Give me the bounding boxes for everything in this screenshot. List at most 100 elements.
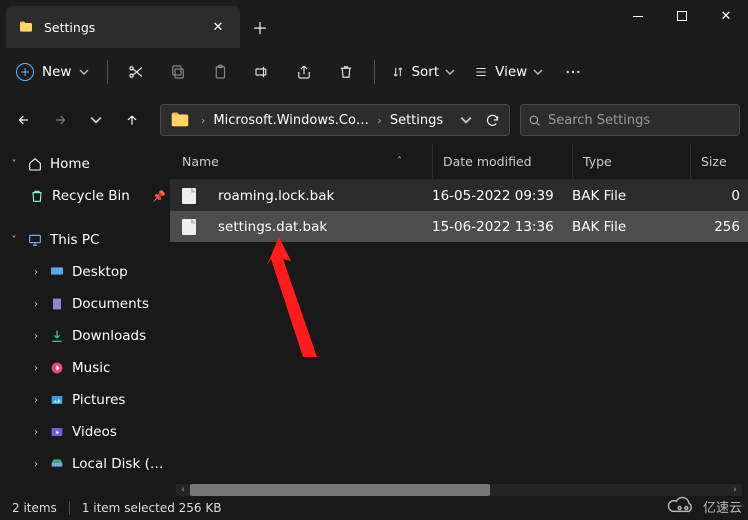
breadcrumb-segment[interactable]: Settings [388, 113, 445, 128]
sidebar-item-downloads[interactable]: › Downloads [0, 320, 170, 352]
cut-button[interactable] [116, 52, 156, 92]
chevron-down-icon [90, 114, 102, 126]
folder-icon [169, 109, 191, 131]
address-dropdown[interactable] [453, 104, 479, 136]
more-button[interactable] [553, 52, 593, 92]
sidebar-item-home[interactable]: ˅ Home [0, 148, 170, 180]
sidebar-item-label: Downloads [72, 328, 166, 344]
clipboard-icon [211, 63, 229, 81]
column-header-row: Name ˄ Date modified Type Size [170, 144, 748, 180]
new-button[interactable]: + New [6, 58, 99, 86]
sidebar-item-local-disk[interactable]: › Local Disk (C:) [0, 448, 170, 480]
chevron-down-icon: ˅ [8, 159, 20, 170]
nav-row: › Microsoft.Windows.Cont… › Settings [0, 96, 748, 144]
delete-button[interactable] [326, 52, 366, 92]
sort-dropdown[interactable]: Sort [383, 64, 463, 80]
documents-icon [48, 295, 66, 313]
ellipsis-icon [564, 63, 582, 81]
pictures-icon [48, 391, 66, 409]
refresh-button[interactable] [479, 104, 505, 136]
sidebar-item-label: Videos [72, 424, 166, 440]
file-icon [182, 188, 196, 204]
chevron-right-icon: › [30, 427, 42, 438]
paste-button[interactable] [200, 52, 240, 92]
rename-button[interactable] [242, 52, 282, 92]
window-tab[interactable]: Settings ✕ [6, 6, 240, 48]
plus-icon: + [16, 63, 34, 81]
maximize-button[interactable] [660, 0, 704, 32]
sidebar-item-label: Home [50, 156, 166, 172]
view-dropdown[interactable]: View [465, 64, 551, 80]
chevron-right-icon: › [30, 395, 42, 406]
up-button[interactable] [116, 104, 148, 136]
trash-icon [337, 63, 355, 81]
column-header-name[interactable]: Name ˄ [182, 144, 432, 179]
title-bar: Settings ✕ ＋ ✕ [0, 0, 748, 48]
file-row[interactable]: settings.dat.bak 15-06-2022 13:36 BAK Fi… [170, 211, 748, 242]
chevron-right-icon[interactable]: › [371, 114, 387, 127]
arrow-left-icon [16, 112, 32, 128]
scroll-left-icon[interactable]: ‹ [176, 485, 190, 495]
scissors-icon [127, 63, 145, 81]
recent-dropdown[interactable] [80, 104, 112, 136]
sidebar-item-label: Recycle Bin [52, 188, 146, 204]
column-header-size[interactable]: Size [690, 144, 740, 179]
sidebar-item-desktop[interactable]: › Desktop [0, 256, 170, 288]
forward-button[interactable] [44, 104, 76, 136]
back-button[interactable] [8, 104, 40, 136]
copy-icon [169, 63, 187, 81]
chevron-down-icon [79, 67, 89, 77]
file-size: 0 [731, 188, 740, 204]
folder-icon [18, 19, 34, 35]
chevron-down-icon [460, 114, 472, 126]
horizontal-scrollbar[interactable]: ‹ › [176, 484, 742, 496]
column-label: Size [701, 154, 727, 169]
file-date: 15-06-2022 13:36 [432, 219, 554, 235]
column-header-type[interactable]: Type [572, 144, 690, 179]
minimize-button[interactable] [616, 0, 660, 32]
new-tab-button[interactable]: ＋ [240, 6, 280, 48]
sidebar-item-label: Pictures [72, 392, 166, 408]
share-button[interactable] [284, 52, 324, 92]
share-icon [295, 63, 313, 81]
status-selection: 1 item selected 256 KB [82, 501, 222, 515]
arrow-up-icon [124, 112, 140, 128]
file-size: 256 [714, 219, 740, 235]
search-bar[interactable] [520, 104, 740, 136]
videos-icon [48, 423, 66, 441]
sidebar-item-music[interactable]: › Music [0, 352, 170, 384]
sidebar-item-videos[interactable]: › Videos [0, 416, 170, 448]
view-label: View [495, 64, 527, 80]
scrollbar-thumb[interactable] [190, 484, 490, 496]
rename-icon [253, 63, 271, 81]
file-type: BAK File [572, 188, 626, 204]
sidebar-item-label: Desktop [72, 264, 166, 280]
file-type: BAK File [572, 219, 626, 235]
address-bar[interactable]: › Microsoft.Windows.Cont… › Settings [160, 104, 510, 136]
downloads-icon [48, 327, 66, 345]
pin-icon: 📌 [152, 190, 166, 203]
sidebar-item-pictures[interactable]: › Pictures [0, 384, 170, 416]
status-bar: 2 items 1 item selected 256 KB [0, 496, 748, 520]
column-header-date[interactable]: Date modified [432, 144, 572, 179]
chevron-right-icon: › [30, 363, 42, 374]
column-label: Name [182, 154, 219, 169]
chevron-right-icon[interactable]: › [195, 114, 211, 127]
copy-button[interactable] [158, 52, 198, 92]
sidebar-item-documents[interactable]: › Documents [0, 288, 170, 320]
sidebar-item-recycle-bin[interactable]: Recycle Bin 📌 [0, 180, 170, 212]
file-row[interactable]: roaming.lock.bak 16-05-2022 09:39 BAK Fi… [170, 180, 748, 211]
breadcrumb-segment[interactable]: Microsoft.Windows.Cont… [211, 113, 371, 128]
sidebar-item-this-pc[interactable]: ˅ This PC [0, 224, 170, 256]
window-close-button[interactable]: ✕ [704, 0, 748, 32]
search-input[interactable] [548, 113, 733, 128]
sidebar-item-label: Music [72, 360, 166, 376]
tab-close-button[interactable]: ✕ [208, 20, 228, 35]
toolbar: + New Sort View [0, 48, 748, 96]
file-name: roaming.lock.bak [218, 188, 334, 204]
column-label: Date modified [443, 154, 532, 169]
sidebar-item-label: Local Disk (C:) [72, 456, 166, 472]
sidebar-item-label: Documents [72, 296, 166, 312]
scroll-right-icon[interactable]: › [728, 485, 742, 495]
file-date: 16-05-2022 09:39 [432, 188, 554, 204]
